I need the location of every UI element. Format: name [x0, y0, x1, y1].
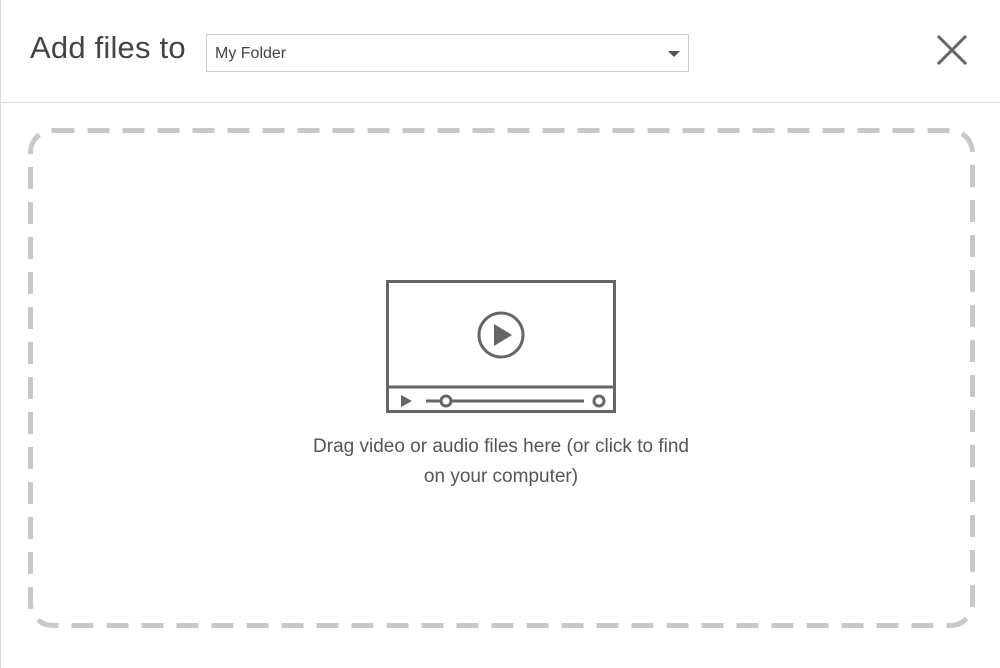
drop-instructions-line2: on your computer)	[423, 466, 579, 487]
dialog-title: Add files to	[30, 30, 186, 65]
folder-select-value: My Folder	[215, 45, 287, 62]
drop-instructions-line1: Drag video or audio files here (or click…	[313, 436, 689, 457]
drop-instructions: Drag video or audio files here (or click…	[251, 432, 751, 492]
file-drop-zone[interactable]: Drag video or audio files here (or click…	[28, 128, 975, 628]
video-player-icon	[386, 280, 616, 413]
dialog-header: Add files to My Folder	[1, 0, 1000, 103]
folder-select[interactable]: My Folder	[206, 34, 689, 72]
close-button[interactable]	[932, 30, 972, 70]
close-icon	[936, 34, 968, 66]
add-files-dialog: Add files to My Folder Drag video or aud…	[0, 0, 1000, 668]
chevron-down-icon	[668, 51, 680, 57]
